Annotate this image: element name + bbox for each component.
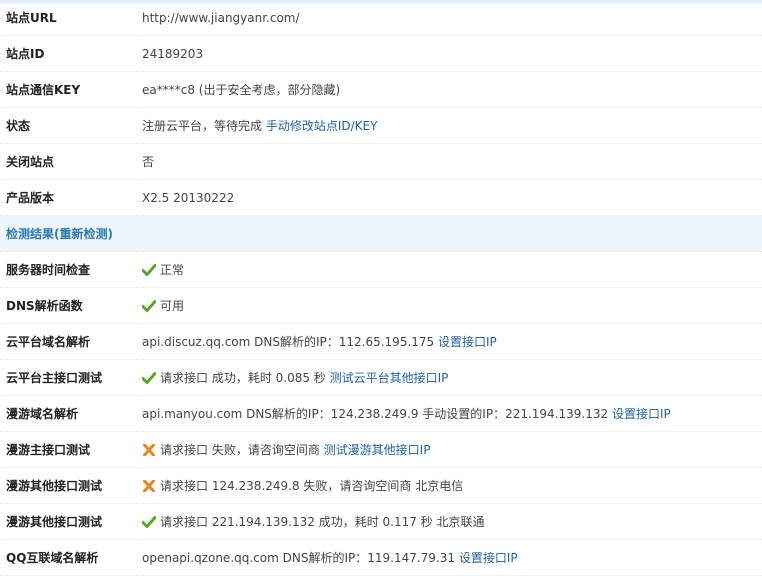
row-qq-dns: QQ互联域名解析 openapi.qzone.qq.com DNS解析的IP：1… bbox=[0, 539, 762, 576]
manyou-dns-value: api.manyou.com DNS解析的IP：124.238.249.9 手动… bbox=[142, 407, 609, 421]
row-server-time: 服务器时间检查 正常 bbox=[0, 251, 762, 288]
qq-dns-cell: openapi.qzone.qq.com DNS解析的IP：119.147.79… bbox=[136, 539, 762, 576]
site-key-value: ea****c8 (出于安全考虑，部分隐藏) bbox=[136, 71, 762, 108]
dns-function-cell: 可用 bbox=[136, 287, 762, 324]
section-title: 检测结果(重新检测) bbox=[0, 215, 762, 252]
manyou-other-2-label: 漫游其他接口测试 bbox=[0, 503, 136, 540]
row-dns-function: DNS解析函数 可用 bbox=[0, 287, 762, 324]
server-time-label: 服务器时间检查 bbox=[0, 251, 136, 288]
manyou-test-other-link[interactable]: 测试漫游其他接口IP bbox=[324, 443, 431, 457]
section-title-text: 检测结果( bbox=[6, 227, 60, 241]
server-time-value: 正常 bbox=[160, 263, 185, 277]
site-key-label: 站点通信KEY bbox=[0, 71, 136, 108]
cloud-main-label: 云平台主接口测试 bbox=[0, 359, 136, 396]
manyou-other-2-cell: 请求接口 221.194.139.132 成功，耗时 0.117 秒 北京联通 bbox=[136, 503, 762, 540]
recheck-link[interactable]: 重新检测 bbox=[60, 227, 108, 241]
cloud-main-cell: 请求接口 成功，耗时 0.085 秒 测试云平台其他接口IP bbox=[136, 359, 762, 396]
row-manyou-main: 漫游主接口测试 请求接口 失败，请咨询空间商 测试漫游其他接口IP bbox=[0, 431, 762, 468]
manyou-main-value: 请求接口 失败，请咨询空间商 bbox=[160, 443, 320, 457]
row-site-id: 站点ID 24189203 bbox=[0, 35, 762, 72]
cross-icon bbox=[143, 480, 155, 492]
qq-set-ip-link[interactable]: 设置接口IP bbox=[459, 551, 518, 565]
manyou-main-cell: 请求接口 失败，请咨询空间商 测试漫游其他接口IP bbox=[136, 431, 762, 468]
check-icon bbox=[142, 300, 156, 312]
manyou-other-1-value: 请求接口 124.238.249.8 失败，请咨询空间商 北京电信 bbox=[160, 479, 464, 493]
cross-icon bbox=[143, 444, 155, 456]
status-value: 注册云平台，等待完成 bbox=[142, 119, 263, 133]
site-url-value: http://www.jiangyanr.com/ bbox=[136, 0, 762, 36]
row-manyou-dns: 漫游域名解析 api.manyou.com DNS解析的IP：124.238.2… bbox=[0, 395, 762, 432]
section-header: 检测结果(重新检测) bbox=[0, 215, 762, 252]
row-manyou-other-2: 漫游其他接口测试 请求接口 221.194.139.132 成功，耗时 0.11… bbox=[0, 503, 762, 540]
cloud-dns-value: api.discuz.qq.com DNS解析的IP：112.65.195.17… bbox=[142, 335, 435, 349]
dns-function-label: DNS解析函数 bbox=[0, 287, 136, 324]
manyou-other-1-label: 漫游其他接口测试 bbox=[0, 467, 136, 504]
row-version: 产品版本 X2.5 20130222 bbox=[0, 179, 762, 216]
status-label: 状态 bbox=[0, 107, 136, 144]
manyou-set-ip-link[interactable]: 设置接口IP bbox=[612, 407, 671, 421]
closed-value: 否 bbox=[136, 143, 762, 180]
cloud-dns-label: 云平台域名解析 bbox=[0, 323, 136, 360]
row-cloud-dns: 云平台域名解析 api.discuz.qq.com DNS解析的IP：112.6… bbox=[0, 323, 762, 360]
server-time-cell: 正常 bbox=[136, 251, 762, 288]
row-status: 状态 注册云平台，等待完成 手动修改站点ID/KEY bbox=[0, 107, 762, 144]
site-url-label: 站点URL bbox=[0, 0, 136, 36]
qq-dns-label: QQ互联域名解析 bbox=[0, 539, 136, 576]
row-site-key: 站点通信KEY ea****c8 (出于安全考虑，部分隐藏) bbox=[0, 71, 762, 108]
check-icon bbox=[142, 516, 156, 528]
site-id-value: 24189203 bbox=[136, 35, 762, 72]
section-title-suffix: ) bbox=[107, 227, 113, 241]
manyou-main-label: 漫游主接口测试 bbox=[0, 431, 136, 468]
row-closed: 关闭站点 否 bbox=[0, 143, 762, 180]
check-icon bbox=[142, 372, 156, 384]
version-label: 产品版本 bbox=[0, 179, 136, 216]
status-cell: 注册云平台，等待完成 手动修改站点ID/KEY bbox=[136, 107, 762, 144]
row-manyou-other-1: 漫游其他接口测试 请求接口 124.238.249.8 失败，请咨询空间商 北京… bbox=[0, 467, 762, 504]
qq-dns-value: openapi.qzone.qq.com DNS解析的IP：119.147.79… bbox=[142, 551, 456, 565]
cloud-info-table: 站点URL http://www.jiangyanr.com/ 站点ID 241… bbox=[0, 0, 762, 576]
row-cloud-main: 云平台主接口测试 请求接口 成功，耗时 0.085 秒 测试云平台其他接口IP bbox=[0, 359, 762, 396]
cloud-test-other-link[interactable]: 测试云平台其他接口IP bbox=[330, 371, 449, 385]
manyou-other-2-value: 请求接口 221.194.139.132 成功，耗时 0.117 秒 北京联通 bbox=[160, 515, 485, 529]
manyou-dns-cell: api.manyou.com DNS解析的IP：124.238.249.9 手动… bbox=[136, 395, 762, 432]
check-icon bbox=[142, 264, 156, 276]
cloud-set-ip-link[interactable]: 设置接口IP bbox=[438, 335, 497, 349]
row-site-url: 站点URL http://www.jiangyanr.com/ bbox=[0, 0, 762, 36]
manyou-other-1-cell: 请求接口 124.238.249.8 失败，请咨询空间商 北京电信 bbox=[136, 467, 762, 504]
dns-function-value: 可用 bbox=[160, 299, 185, 313]
manyou-dns-label: 漫游域名解析 bbox=[0, 395, 136, 432]
cloud-main-value: 请求接口 成功，耗时 0.085 秒 bbox=[160, 371, 326, 385]
edit-site-key-link[interactable]: 手动修改站点ID/KEY bbox=[266, 119, 378, 133]
cloud-dns-cell: api.discuz.qq.com DNS解析的IP：112.65.195.17… bbox=[136, 323, 762, 360]
version-value: X2.5 20130222 bbox=[136, 179, 762, 216]
site-id-label: 站点ID bbox=[0, 35, 136, 72]
closed-label: 关闭站点 bbox=[0, 143, 136, 180]
